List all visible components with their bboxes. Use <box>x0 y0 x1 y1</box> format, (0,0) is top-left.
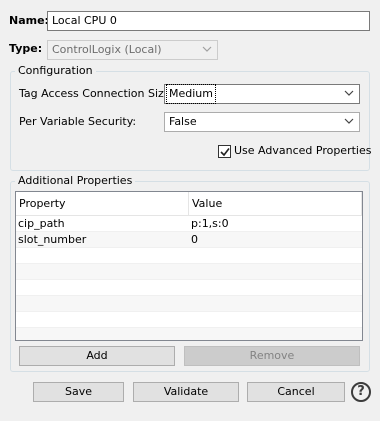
tag-access-label: Tag Access Connection Size: <box>19 87 175 100</box>
chevron-down-icon <box>344 118 354 124</box>
value-cell[interactable]: 0 <box>189 232 362 248</box>
properties-grid[interactable]: Property Value cip_path p:1,s:0 slot_num… <box>15 191 363 341</box>
use-advanced-checkbox[interactable] <box>218 145 231 158</box>
additional-properties-title: Additional Properties <box>15 174 136 188</box>
name-input[interactable]: Local CPU 0 <box>47 11 370 31</box>
add-button[interactable]: Add <box>19 346 175 366</box>
chevron-down-icon <box>344 90 354 96</box>
property-cell[interactable]: cip_path <box>16 216 189 232</box>
type-select: ControlLogix (Local) <box>47 40 218 60</box>
grid-header: Property Value <box>16 192 362 216</box>
name-label: Name: <box>9 14 49 27</box>
property-cell[interactable]: slot_number <box>16 232 189 248</box>
type-select-value: ControlLogix (Local) <box>52 43 162 56</box>
per-variable-security-select[interactable]: False <box>164 112 360 132</box>
empty-row <box>16 296 362 312</box>
chevron-down-icon <box>202 46 212 52</box>
cancel-button[interactable]: Cancel <box>247 382 345 402</box>
save-button[interactable]: Save <box>33 382 124 402</box>
per-variable-security-value: False <box>169 115 197 128</box>
table-row[interactable]: slot_number 0 <box>16 232 362 248</box>
value-cell[interactable]: p:1,s:0 <box>189 216 362 232</box>
help-icon[interactable]: ? <box>351 382 371 402</box>
column-header-property[interactable]: Property <box>16 192 189 216</box>
empty-row <box>16 328 362 340</box>
configuration-title: Configuration <box>15 64 96 78</box>
validate-button[interactable]: Validate <box>133 382 239 402</box>
per-variable-security-label: Per Variable Security: <box>19 115 137 128</box>
table-row[interactable]: cip_path p:1,s:0 <box>16 216 362 232</box>
empty-row <box>16 312 362 328</box>
empty-row <box>16 280 362 296</box>
empty-row <box>16 248 362 264</box>
column-header-value[interactable]: Value <box>189 192 362 216</box>
tag-access-select[interactable]: Medium <box>164 84 360 104</box>
type-label: Type: <box>9 42 43 55</box>
tag-access-value: Medium <box>166 84 216 104</box>
empty-row <box>16 264 362 280</box>
remove-button: Remove <box>184 346 360 366</box>
use-advanced-label[interactable]: Use Advanced Properties <box>234 144 371 158</box>
checkmark-icon <box>220 148 230 157</box>
